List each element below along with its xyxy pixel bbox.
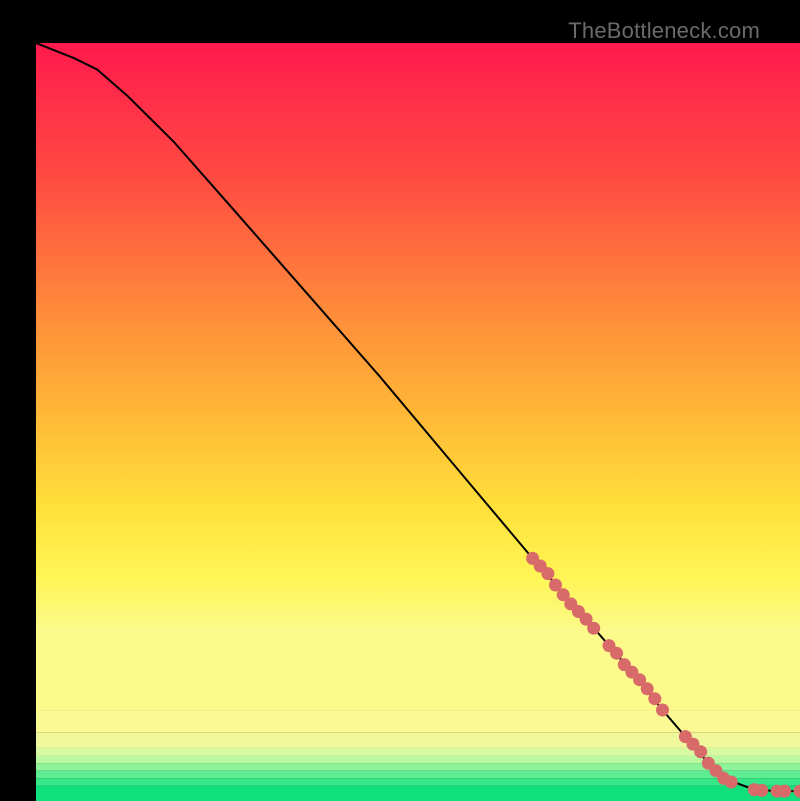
scatter-point (656, 704, 669, 717)
plot-area (36, 43, 800, 801)
scatter-point (778, 785, 791, 798)
curve-layer (36, 43, 800, 801)
scatter-points (526, 552, 800, 798)
scatter-point (755, 784, 768, 797)
scatter-point (694, 745, 707, 758)
scatter-point (725, 776, 738, 789)
scatter-point (610, 647, 623, 660)
scatter-point (587, 622, 600, 635)
watermark-text: TheBottleneck.com (568, 18, 760, 44)
scatter-point (541, 567, 554, 580)
chart-frame: TheBottleneck.com (18, 18, 782, 782)
scatter-point (648, 692, 661, 705)
bottleneck-curve (36, 43, 800, 791)
scatter-point (794, 785, 800, 798)
